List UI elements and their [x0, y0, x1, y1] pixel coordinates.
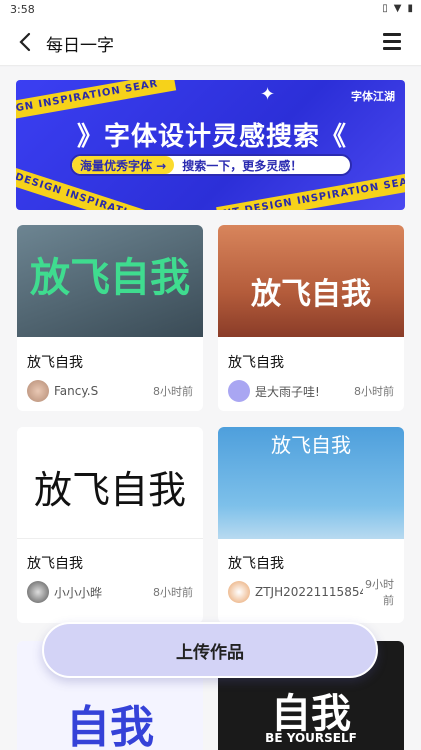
card-author: Fancy.S [27, 380, 98, 402]
thumbnail-lettering: 放飞自我 [30, 255, 190, 301]
card-author: 小小小晔 [27, 581, 102, 603]
card-title: 放飞自我 [27, 355, 83, 371]
avatar [27, 380, 49, 402]
card-time: 8小时前 [354, 385, 394, 398]
page-title: 每日一字 [46, 36, 114, 56]
thumbnail-subtitle: BE YOURSELF [265, 731, 357, 745]
font-card[interactable]: 放飞自我 放飞自我 Fancy.S 8小时前 [17, 225, 203, 411]
banner-headline: 》字体设计灵感搜索《 [76, 122, 347, 152]
card-title: 放飞自我 [228, 556, 284, 572]
banner-pill-right: 搜索一下，更多灵感！ [182, 158, 303, 173]
sparkle-icon: ✦ [260, 84, 276, 105]
card-author: 是大雨子哇! [228, 380, 320, 402]
author-name: 是大雨子哇! [255, 384, 320, 399]
card-title: 放飞自我 [27, 556, 83, 572]
card-thumbnail: 放飞自我 [17, 427, 203, 539]
card-time: 8小时前 [153, 385, 193, 398]
thumbnail-lettering: 放飞自我 [251, 277, 371, 312]
author-name: Fancy.S [54, 384, 99, 398]
status-time: 3:58 [10, 3, 35, 16]
status-icons: ▯ ▼ ▮ [382, 3, 413, 14]
banner-brand: 字体江湖 [351, 90, 395, 103]
card-thumbnail: 放飞自我 [218, 427, 404, 539]
vibrate-icon: ▯ [382, 3, 388, 14]
card-thumbnail: 放飞自我 [17, 225, 203, 337]
font-card[interactable]: 放飞自我 放飞自我 小小小晔 8小时前 [17, 427, 203, 623]
banner-search-pill: 海量优秀字体 → 搜索一下，更多灵感！ [70, 154, 352, 176]
thumbnail-lettering: 放飞自我 [271, 433, 351, 457]
upload-work-button[interactable]: 上传作品 [42, 622, 378, 678]
avatar [228, 581, 250, 603]
thumbnail-lettering: 放飞自我 [33, 468, 186, 512]
author-name: ZTJH202211158549 [255, 585, 363, 599]
back-arrow-icon[interactable] [14, 30, 38, 54]
card-time: 9小时前 [365, 578, 394, 607]
banner-pill-left: 海量优秀字体 → [72, 156, 175, 174]
font-card[interactable]: 放飞自我 放飞自我 是大雨子哇! 8小时前 [218, 225, 404, 411]
card-title: 放飞自我 [228, 355, 284, 371]
promo-banner[interactable]: SIGN INSPIRATION SEAR DESIGN INSPIRATI N… [16, 80, 405, 210]
author-name: 小小小晔 [54, 585, 103, 600]
avatar [27, 581, 49, 603]
content-area[interactable]: SIGN INSPIRATION SEAR DESIGN INSPIRATI N… [0, 67, 421, 750]
battery-icon: ▮ [407, 3, 413, 14]
avatar [228, 380, 250, 402]
card-thumbnail: 放飞自我 [218, 225, 404, 337]
thumbnail-lettering: 自我 [66, 702, 154, 750]
app-bar: 每日一字 [0, 20, 421, 66]
font-card[interactable]: 放飞自我 放飞自我 ZTJH202211158549 9小时前 [218, 427, 404, 623]
wifi-icon: ▼ [393, 3, 402, 14]
status-bar: 3:58 ▯ ▼ ▮ [0, 0, 421, 20]
card-time: 8小时前 [153, 586, 193, 599]
menu-icon[interactable] [383, 33, 401, 51]
card-author: ZTJH202211158549 [228, 581, 363, 603]
